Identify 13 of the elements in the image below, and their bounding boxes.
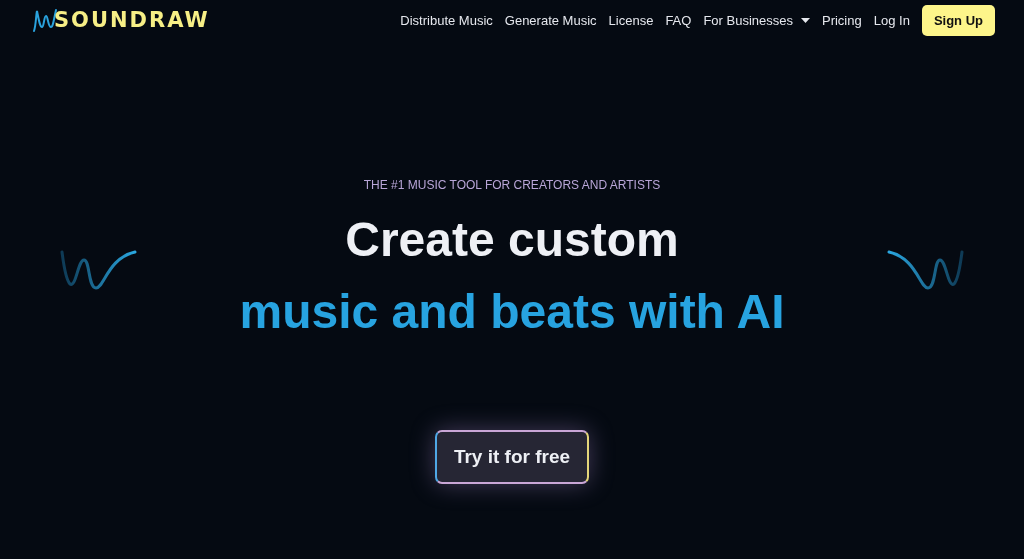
nav-link[interactable]: Log In (873, 12, 910, 28)
nav-link[interactable]: License (608, 12, 654, 28)
try-free-button[interactable]: Try it for free (435, 430, 589, 484)
tagline: THE #1 MUSIC TOOL FOR CREATORS AND ARTISTS (363, 178, 661, 192)
headline: music and beats with AI (239, 284, 785, 340)
nav-link[interactable]: Pricing (822, 12, 862, 28)
nav-link[interactable]: FAQ (665, 12, 692, 28)
logo-text[interactable]: SOUNDRAW (54, 8, 210, 32)
nav-link[interactable]: Distribute Music (400, 12, 493, 28)
sign-up-button[interactable]: Sign Up (921, 4, 995, 36)
nav-link[interactable]: Generate Music (504, 12, 597, 28)
headline: Create custom (345, 212, 679, 268)
nav-dropdown[interactable]: For Businesses (703, 12, 810, 28)
